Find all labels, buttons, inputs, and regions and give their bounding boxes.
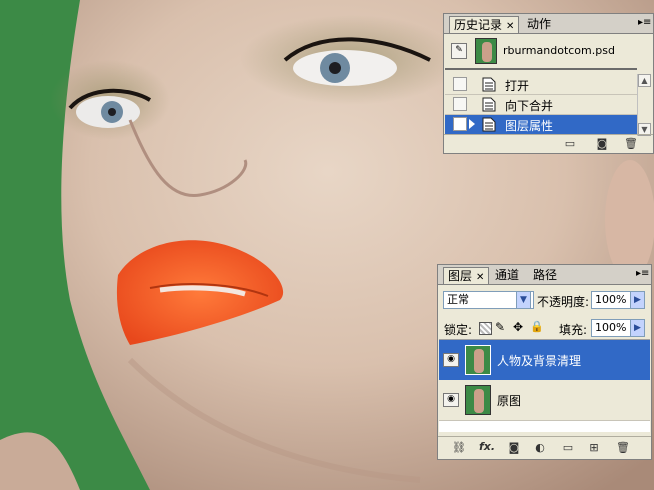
opacity-arrow-icon[interactable]: ▶: [630, 291, 645, 309]
close-icon[interactable]: ✕: [476, 272, 484, 283]
history-panel: 历史记录 ✕ 动作 ▸≡ ✎ rburmandotcom.psd 打开 向下合并 …: [443, 13, 654, 154]
history-tabbar: 历史记录 ✕ 动作 ▸≡: [444, 14, 653, 34]
scroll-up-icon[interactable]: ▲: [638, 74, 651, 87]
fill-label: 填充:: [559, 323, 588, 337]
history-item-label: 向下合并: [505, 99, 554, 113]
layers-panel: 图层 ✕ 通道 路径 ▸≡ 正常 ▼ 不透明度: 100% ▶ 锁定: ✎ ✥ 🔒…: [437, 264, 652, 460]
fill-input[interactable]: 100%: [591, 319, 631, 337]
tab-channels[interactable]: 通道: [491, 267, 523, 284]
history-state-icon: [482, 117, 496, 132]
trash-icon[interactable]: 🗑: [624, 138, 638, 150]
layer-thumbnail: [465, 385, 491, 415]
lock-paint-icon[interactable]: ✎: [495, 320, 505, 334]
snapshot-thumbnail: [475, 38, 497, 64]
fill-arrow-icon[interactable]: ▶: [630, 319, 645, 337]
mask-icon[interactable]: ◙: [508, 442, 520, 454]
tab-layers[interactable]: 图层 ✕: [443, 267, 490, 284]
opacity-value: 100%: [595, 293, 627, 306]
history-state-marker-icon: [469, 119, 475, 129]
fx-icon[interactable]: fx.: [478, 441, 496, 453]
panel-menu-icon[interactable]: ▸≡: [636, 268, 649, 280]
history-state-checkbox[interactable]: [453, 117, 467, 131]
history-item-label: 图层属性: [505, 119, 554, 133]
tab-layers-label: 图层: [448, 269, 473, 283]
tab-history-label: 历史记录: [454, 18, 503, 32]
history-state-icon: [482, 97, 496, 112]
snapshot-brush-icon: ✎: [451, 43, 467, 59]
close-icon[interactable]: ✕: [506, 21, 514, 32]
tab-actions-label: 动作: [527, 17, 552, 31]
layers-footer: ⛓ fx. ◙ ◐ ▭ ⊞ 🗑: [438, 436, 651, 459]
adjustment-icon[interactable]: ◐: [534, 442, 546, 454]
layer-row[interactable]: ◉ 人物及背景清理: [439, 340, 650, 381]
lock-move-icon[interactable]: ✥: [513, 320, 523, 334]
new-document-icon[interactable]: ▭: [564, 138, 576, 150]
layers-list: ◉ 人物及背景清理 ◉ 原图: [439, 339, 650, 432]
lock-transparent-icon[interactable]: [479, 322, 492, 335]
history-item[interactable]: 向下合并: [445, 95, 637, 115]
new-layer-icon[interactable]: ⊞: [588, 442, 600, 454]
history-snapshot-row[interactable]: ✎ rburmandotcom.psd: [445, 34, 637, 70]
tab-channels-label: 通道: [495, 268, 520, 282]
history-footer: ▭ ◙ 🗑: [444, 134, 653, 153]
tab-history[interactable]: 历史记录 ✕: [449, 16, 520, 33]
snapshot-name: rburmandotcom.psd: [503, 44, 615, 57]
history-state-icon: [482, 77, 496, 92]
tab-actions[interactable]: 动作: [523, 16, 555, 33]
history-scrollbar[interactable]: ▲ ▼: [637, 74, 652, 136]
history-state-checkbox[interactable]: [453, 97, 467, 111]
chevron-down-icon[interactable]: ▼: [516, 291, 531, 309]
folder-icon[interactable]: ▭: [562, 442, 574, 454]
layer-thumbnail: [465, 345, 491, 375]
layer-name: 原图: [497, 394, 522, 408]
panel-menu-icon[interactable]: ▸≡: [638, 17, 651, 29]
eye-icon[interactable]: ◉: [443, 353, 459, 367]
history-item[interactable]: 打开: [445, 75, 637, 95]
layer-name: 人物及背景清理: [497, 354, 582, 368]
history-state-checkbox[interactable]: [453, 77, 467, 91]
layer-row[interactable]: ◉ 原图: [439, 380, 650, 421]
eye-icon[interactable]: ◉: [443, 393, 459, 407]
lock-label: 锁定:: [444, 323, 473, 337]
camera-icon[interactable]: ◙: [596, 138, 608, 150]
tab-paths[interactable]: 路径: [529, 267, 561, 284]
history-item-label: 打开: [505, 79, 530, 93]
history-item[interactable]: 图层属性: [445, 115, 637, 135]
opacity-label: 不透明度:: [537, 295, 590, 309]
tab-paths-label: 路径: [533, 268, 558, 282]
lock-all-icon[interactable]: 🔒: [530, 320, 544, 333]
trash-icon[interactable]: 🗑: [616, 442, 630, 454]
opacity-input[interactable]: 100%: [591, 291, 631, 309]
blend-mode-value: 正常: [447, 293, 469, 306]
fx-label: fx.: [478, 440, 496, 453]
link-icon[interactable]: ⛓: [452, 442, 466, 454]
layers-tabbar: 图层 ✕ 通道 路径 ▸≡: [438, 265, 651, 285]
fill-value: 100%: [595, 321, 627, 334]
